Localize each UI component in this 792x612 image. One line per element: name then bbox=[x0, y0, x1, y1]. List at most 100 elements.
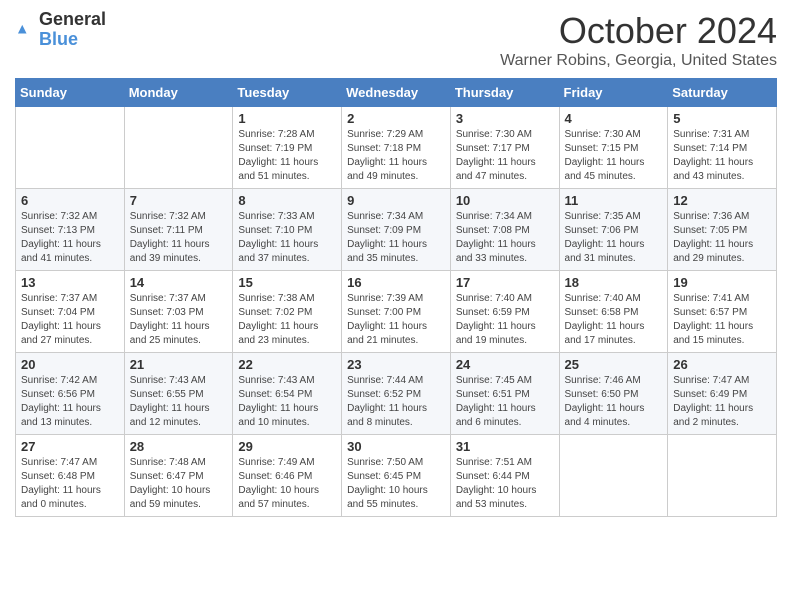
calendar-cell: 7 Sunrise: 7:32 AM Sunset: 7:11 PM Daylig… bbox=[124, 189, 233, 271]
calendar-cell bbox=[124, 107, 233, 189]
day-number: 8 bbox=[238, 193, 336, 208]
weekday-header-thursday: Thursday bbox=[450, 79, 559, 107]
calendar-cell: 10 Sunrise: 7:34 AM Sunset: 7:08 PM Dayli… bbox=[450, 189, 559, 271]
day-number: 22 bbox=[238, 357, 336, 372]
day-info: Sunrise: 7:46 AM Sunset: 6:50 PM Dayligh… bbox=[565, 374, 663, 430]
location-title: Warner Robins, Georgia, United States bbox=[500, 52, 777, 70]
weekday-header-friday: Friday bbox=[559, 79, 668, 107]
calendar-cell: 11Sunrise: 7:35 AM Sunset: 7:06 PM Dayli… bbox=[559, 189, 668, 271]
day-number: 16 bbox=[347, 275, 445, 290]
day-number: 2 bbox=[347, 111, 445, 126]
day-info: Sunrise: 7:30 AM Sunset: 7:17 PM Dayligh… bbox=[456, 128, 554, 184]
day-number: 31 bbox=[456, 439, 554, 454]
day-info: Sunrise: 7:31 AM Sunset: 7:14 PM Dayligh… bbox=[673, 128, 771, 184]
day-info: Sunrise: 7:40 AM Sunset: 6:59 PM Dayligh… bbox=[456, 292, 554, 348]
calendar-cell: 21 Sunrise: 7:43 AM Sunset: 6:55 PM Dayli… bbox=[124, 353, 233, 435]
calendar-cell: 16Sunrise: 7:39 AM Sunset: 7:00 PM Dayli… bbox=[342, 271, 451, 353]
calendar-week-row: 27 Sunrise: 7:47 AM Sunset: 6:48 PM Dayli… bbox=[16, 435, 777, 517]
calendar-cell: 13Sunrise: 7:37 AM Sunset: 7:04 PM Dayli… bbox=[16, 271, 125, 353]
calendar-cell: 25 Sunrise: 7:46 AM Sunset: 6:50 PM Dayli… bbox=[559, 353, 668, 435]
title-block: October 2024 Warner Robins, Georgia, Uni… bbox=[500, 10, 777, 70]
day-number: 3 bbox=[456, 111, 554, 126]
day-number: 6 bbox=[21, 193, 119, 208]
day-info: Sunrise: 7:37 AM Sunset: 7:04 PM Dayligh… bbox=[21, 292, 119, 348]
day-number: 15 bbox=[238, 275, 336, 290]
calendar-cell: 18 Sunrise: 7:40 AM Sunset: 6:58 PM Dayli… bbox=[559, 271, 668, 353]
day-number: 17 bbox=[456, 275, 554, 290]
day-info: Sunrise: 7:28 AM Sunset: 7:19 PM Dayligh… bbox=[238, 128, 336, 184]
day-info: Sunrise: 7:44 AM Sunset: 6:52 PM Dayligh… bbox=[347, 374, 445, 430]
weekday-header-monday: Monday bbox=[124, 79, 233, 107]
page-header: ▲ General Blue October 2024 Warner Robin… bbox=[15, 10, 777, 70]
calendar-cell bbox=[16, 107, 125, 189]
day-info: Sunrise: 7:34 AM Sunset: 7:08 PM Dayligh… bbox=[456, 210, 554, 266]
day-number: 20 bbox=[21, 357, 119, 372]
calendar-week-row: 20Sunrise: 7:42 AM Sunset: 6:56 PM Dayli… bbox=[16, 353, 777, 435]
day-number: 10 bbox=[456, 193, 554, 208]
day-info: Sunrise: 7:40 AM Sunset: 6:58 PM Dayligh… bbox=[565, 292, 663, 348]
day-info: Sunrise: 7:32 AM Sunset: 7:11 PM Dayligh… bbox=[130, 210, 228, 266]
calendar-cell: 6 Sunrise: 7:32 AM Sunset: 7:13 PM Daylig… bbox=[16, 189, 125, 271]
calendar-cell bbox=[559, 435, 668, 517]
day-number: 9 bbox=[347, 193, 445, 208]
day-info: Sunrise: 7:45 AM Sunset: 6:51 PM Dayligh… bbox=[456, 374, 554, 430]
day-number: 25 bbox=[565, 357, 663, 372]
day-info: Sunrise: 7:47 AM Sunset: 6:49 PM Dayligh… bbox=[673, 374, 771, 430]
calendar-cell: 9 Sunrise: 7:34 AM Sunset: 7:09 PM Daylig… bbox=[342, 189, 451, 271]
day-number: 11 bbox=[565, 193, 663, 208]
calendar-cell: 2 Sunrise: 7:29 AM Sunset: 7:18 PM Daylig… bbox=[342, 107, 451, 189]
logo-text: General Blue bbox=[39, 10, 106, 50]
calendar-cell: 15 Sunrise: 7:38 AM Sunset: 7:02 PM Dayli… bbox=[233, 271, 342, 353]
calendar-cell: 31Sunrise: 7:51 AM Sunset: 6:44 PM Dayli… bbox=[450, 435, 559, 517]
day-info: Sunrise: 7:41 AM Sunset: 6:57 PM Dayligh… bbox=[673, 292, 771, 348]
calendar-cell: 24Sunrise: 7:45 AM Sunset: 6:51 PM Dayli… bbox=[450, 353, 559, 435]
day-info: Sunrise: 7:34 AM Sunset: 7:09 PM Dayligh… bbox=[347, 210, 445, 266]
month-title: October 2024 bbox=[500, 10, 777, 52]
day-number: 1 bbox=[238, 111, 336, 126]
calendar-week-row: 6 Sunrise: 7:32 AM Sunset: 7:13 PM Daylig… bbox=[16, 189, 777, 271]
day-number: 12 bbox=[673, 193, 771, 208]
svg-text:▲: ▲ bbox=[15, 21, 30, 37]
calendar-cell: 4Sunrise: 7:30 AM Sunset: 7:15 PM Daylig… bbox=[559, 107, 668, 189]
weekday-header-row: SundayMondayTuesdayWednesdayThursdayFrid… bbox=[16, 79, 777, 107]
calendar-cell: 14Sunrise: 7:37 AM Sunset: 7:03 PM Dayli… bbox=[124, 271, 233, 353]
calendar-cell: 19 Sunrise: 7:41 AM Sunset: 6:57 PM Dayli… bbox=[668, 271, 777, 353]
day-number: 7 bbox=[130, 193, 228, 208]
logo-icon: ▲ bbox=[15, 20, 35, 40]
day-info: Sunrise: 7:43 AM Sunset: 6:55 PM Dayligh… bbox=[130, 374, 228, 430]
day-info: Sunrise: 7:36 AM Sunset: 7:05 PM Dayligh… bbox=[673, 210, 771, 266]
calendar-week-row: 13Sunrise: 7:37 AM Sunset: 7:04 PM Dayli… bbox=[16, 271, 777, 353]
calendar-cell: 22 Sunrise: 7:43 AM Sunset: 6:54 PM Dayli… bbox=[233, 353, 342, 435]
day-info: Sunrise: 7:50 AM Sunset: 6:45 PM Dayligh… bbox=[347, 456, 445, 512]
calendar-table: SundayMondayTuesdayWednesdayThursdayFrid… bbox=[15, 78, 777, 517]
calendar-cell: 12 Sunrise: 7:36 AM Sunset: 7:05 PM Dayli… bbox=[668, 189, 777, 271]
day-info: Sunrise: 7:30 AM Sunset: 7:15 PM Dayligh… bbox=[565, 128, 663, 184]
day-info: Sunrise: 7:48 AM Sunset: 6:47 PM Dayligh… bbox=[130, 456, 228, 512]
calendar-cell: 23 Sunrise: 7:44 AM Sunset: 6:52 PM Dayli… bbox=[342, 353, 451, 435]
calendar-cell: 30Sunrise: 7:50 AM Sunset: 6:45 PM Dayli… bbox=[342, 435, 451, 517]
day-number: 27 bbox=[21, 439, 119, 454]
day-info: Sunrise: 7:47 AM Sunset: 6:48 PM Dayligh… bbox=[21, 456, 119, 512]
logo: ▲ General Blue bbox=[15, 10, 106, 50]
day-info: Sunrise: 7:38 AM Sunset: 7:02 PM Dayligh… bbox=[238, 292, 336, 348]
day-number: 18 bbox=[565, 275, 663, 290]
day-number: 28 bbox=[130, 439, 228, 454]
calendar-cell: 8Sunrise: 7:33 AM Sunset: 7:10 PM Daylig… bbox=[233, 189, 342, 271]
calendar-cell: 5 Sunrise: 7:31 AM Sunset: 7:14 PM Daylig… bbox=[668, 107, 777, 189]
day-number: 21 bbox=[130, 357, 228, 372]
day-number: 14 bbox=[130, 275, 228, 290]
day-info: Sunrise: 7:32 AM Sunset: 7:13 PM Dayligh… bbox=[21, 210, 119, 266]
calendar-cell: 17 Sunrise: 7:40 AM Sunset: 6:59 PM Dayli… bbox=[450, 271, 559, 353]
day-number: 5 bbox=[673, 111, 771, 126]
weekday-header-tuesday: Tuesday bbox=[233, 79, 342, 107]
day-number: 23 bbox=[347, 357, 445, 372]
calendar-cell: 1 Sunrise: 7:28 AM Sunset: 7:19 PM Daylig… bbox=[233, 107, 342, 189]
day-number: 19 bbox=[673, 275, 771, 290]
weekday-header-saturday: Saturday bbox=[668, 79, 777, 107]
day-number: 29 bbox=[238, 439, 336, 454]
calendar-cell: 3 Sunrise: 7:30 AM Sunset: 7:17 PM Daylig… bbox=[450, 107, 559, 189]
day-info: Sunrise: 7:43 AM Sunset: 6:54 PM Dayligh… bbox=[238, 374, 336, 430]
weekday-header-sunday: Sunday bbox=[16, 79, 125, 107]
calendar-week-row: 1 Sunrise: 7:28 AM Sunset: 7:19 PM Daylig… bbox=[16, 107, 777, 189]
day-info: Sunrise: 7:29 AM Sunset: 7:18 PM Dayligh… bbox=[347, 128, 445, 184]
